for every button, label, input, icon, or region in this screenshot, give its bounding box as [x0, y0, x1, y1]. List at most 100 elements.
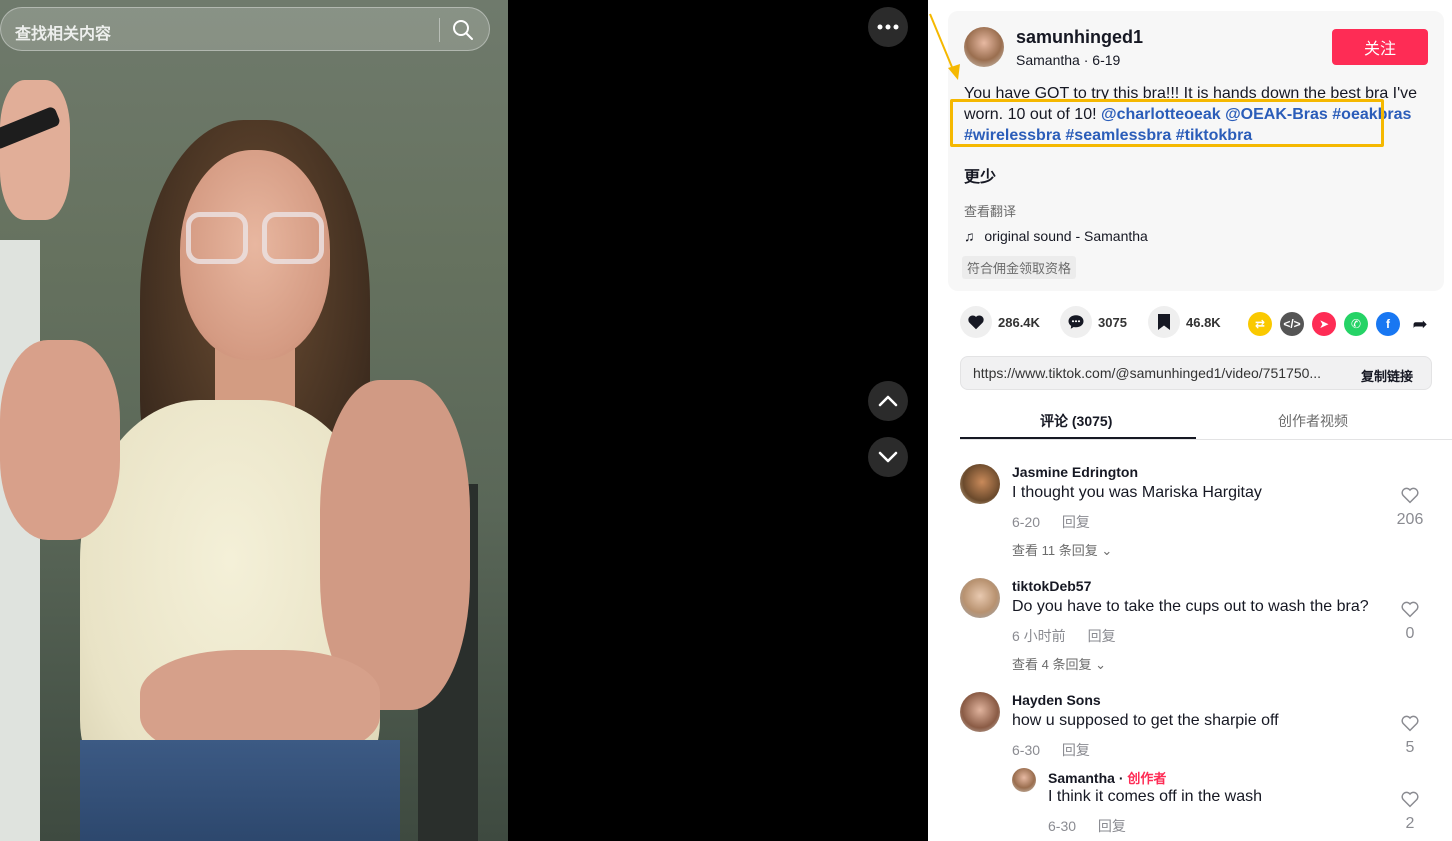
embed-icon[interactable]: </> [1280, 312, 1304, 336]
commenter-avatar[interactable] [960, 578, 1000, 618]
reply-button[interactable]: 回复 [1088, 628, 1116, 644]
repost-icon[interactable]: ⇄ [1248, 312, 1272, 336]
video-person-hand-top [0, 80, 70, 220]
comment-date: 6-30 [1012, 742, 1041, 758]
heart-icon [968, 315, 984, 330]
heart-outline-icon [1401, 601, 1419, 618]
view-replies-button[interactable]: 查看 11 条回复 ⌄ [1012, 540, 1112, 559]
see-translation-link[interactable]: 查看翻译 [964, 201, 1016, 220]
comment-stat[interactable]: 3075 [1060, 306, 1127, 338]
music-note-icon: ♫ [964, 228, 975, 244]
bookmark-icon [1158, 314, 1170, 330]
like-button[interactable] [960, 306, 992, 338]
send-to-friends-icon[interactable]: ➤ [1312, 312, 1336, 336]
share-icons: ⇄ </> ➤ ✆ f ➦ [1248, 312, 1432, 336]
heart-outline-icon [1401, 791, 1419, 808]
share-arrow-icon[interactable]: ➦ [1408, 312, 1432, 336]
video-player[interactable] [0, 0, 508, 841]
comment-like-count: 0 [1405, 625, 1415, 642]
creator-reply-like-count: 2 [1405, 815, 1415, 832]
chevron-down-icon: ⌄ [1101, 543, 1113, 558]
active-tab-indicator [960, 437, 1196, 439]
annotation-arrow-icon [929, 13, 960, 80]
search-divider [439, 18, 440, 42]
comment-like[interactable]: 206 [1390, 486, 1430, 529]
previous-video-button[interactable] [868, 381, 908, 421]
comment-item: tiktokDeb57 Do you have to take the cups… [960, 578, 1430, 678]
creator-reply-name-line: Samantha · 创作者 [1048, 768, 1166, 787]
tab-creator-videos[interactable]: 创作者视频 [1278, 411, 1348, 431]
comment-text: Do you have to take the cups out to wash… [1012, 598, 1369, 615]
creator-reply-date: 6-30 [1048, 818, 1077, 834]
creator-reply-name[interactable]: Samantha [1048, 770, 1115, 786]
author-username[interactable]: samunhinged1 [1016, 27, 1143, 48]
chevron-down-icon [878, 451, 898, 463]
commenter-avatar[interactable] [960, 464, 1000, 504]
comment-like[interactable]: 5 [1390, 714, 1430, 757]
share-link-text[interactable]: https://www.tiktok.com/@samunhinged1/vid… [973, 365, 1343, 381]
follow-button[interactable]: 关注 [1332, 29, 1428, 65]
commenter-avatar[interactable] [960, 692, 1000, 732]
whatsapp-icon[interactable]: ✆ [1344, 312, 1368, 336]
comment-meta: 6-20 回复 [1012, 512, 1090, 532]
creator-reply-item: Samantha · 创作者 I think it comes off in t… [1012, 768, 1430, 838]
search-input[interactable]: 查找相关内容 [15, 20, 111, 44]
comment-date: 6-20 [1012, 514, 1041, 530]
creator-reply-avatar[interactable] [1012, 768, 1036, 792]
comment-meta: 6 小时前 回复 [1012, 626, 1116, 646]
heart-outline-icon [1401, 715, 1419, 732]
commenter-name[interactable]: Jasmine Edrington [1012, 464, 1138, 480]
author-subline: Samantha · 6-19 [1016, 52, 1120, 68]
sound-link[interactable]: ♫ original sound - Samantha [964, 228, 1148, 244]
video-area: 查找相关内容 [0, 0, 928, 841]
creator-reply-like[interactable]: 2 [1390, 790, 1430, 833]
reply-button[interactable]: 回复 [1062, 742, 1090, 758]
save-count: 46.8K [1186, 314, 1221, 330]
creator-reply-text: I think it comes off in the wash [1048, 788, 1263, 805]
commission-badge: 符合佣金领取资格 [962, 256, 1077, 279]
copy-link-button[interactable]: 复制链接 [1361, 366, 1413, 385]
more-dots-icon [877, 24, 899, 30]
detail-panel: samunhinged1 Samantha · 6-19 关注 You have… [928, 0, 1452, 841]
video-person-arm-left [0, 340, 120, 540]
share-link-box: https://www.tiktok.com/@samunhinged1/vid… [960, 356, 1432, 390]
commenter-name[interactable]: Hayden Sons [1012, 692, 1101, 708]
view-replies-button[interactable]: 查看 4 条回复 ⌄ [1012, 654, 1106, 673]
chevron-down-icon: ⌄ [1095, 657, 1106, 672]
heart-outline-icon [1401, 487, 1419, 504]
commenter-name[interactable]: tiktokDeb57 [1012, 578, 1091, 594]
author-avatar[interactable] [964, 27, 1004, 67]
reply-button[interactable]: 回复 [1098, 818, 1126, 834]
comment-text: how u supposed to get the sharpie off [1012, 712, 1279, 729]
video-person-glasses-right [262, 212, 324, 264]
comment-button[interactable] [1060, 306, 1092, 338]
save-stat[interactable]: 46.8K [1148, 306, 1221, 338]
comment-like-count: 5 [1405, 739, 1415, 756]
comment-like-count: 206 [1396, 511, 1424, 528]
search-bar[interactable]: 查找相关内容 [0, 7, 490, 51]
comment-text: I thought you was Mariska Hargitay [1012, 484, 1262, 501]
show-less-button[interactable]: 更少 [964, 163, 996, 187]
next-video-button[interactable] [868, 437, 908, 477]
comment-meta: 6-30 回复 [1012, 740, 1090, 760]
comment-like[interactable]: 0 [1390, 600, 1430, 643]
panel-tabs: 评论 (3075) 创作者视频 [960, 402, 1452, 440]
tab-comments[interactable]: 评论 (3075) [1040, 411, 1112, 431]
creator-reply-meta: 6-30 回复 [1048, 816, 1126, 836]
video-person-jeans [80, 740, 400, 841]
more-options-button[interactable] [868, 7, 908, 47]
like-stat[interactable]: 286.4K [960, 306, 1040, 338]
comment-date: 6 小时前 [1012, 628, 1066, 644]
comment-count: 3075 [1098, 314, 1127, 330]
subline-separator: · [1083, 52, 1093, 68]
comment-bubble-icon [1068, 315, 1084, 329]
comment-item: Hayden Sons how u supposed to get the sh… [960, 692, 1430, 762]
video-person-glasses-left [186, 212, 248, 264]
reply-button[interactable]: 回复 [1062, 514, 1090, 530]
creator-badge: 创作者 [1127, 771, 1167, 786]
like-count: 286.4K [998, 314, 1040, 330]
post-info-card: samunhinged1 Samantha · 6-19 关注 You have… [948, 11, 1444, 291]
save-button[interactable] [1148, 306, 1180, 338]
search-icon[interactable] [451, 18, 475, 42]
facebook-icon[interactable]: f [1376, 312, 1400, 336]
